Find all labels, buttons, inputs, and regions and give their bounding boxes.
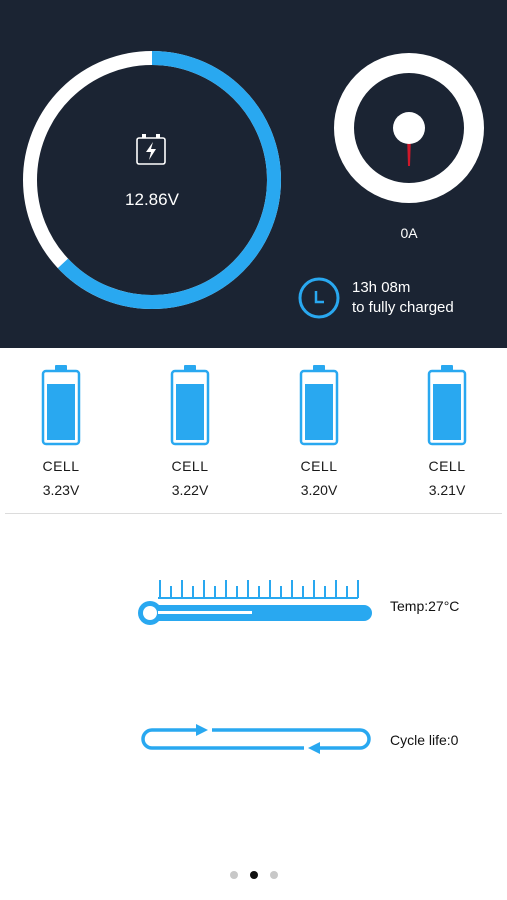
cell-voltage: 3.22V [171, 482, 209, 498]
status-panel: 12.86V 0A 13h 08m to fully charged [0, 0, 507, 348]
page-indicator[interactable] [0, 866, 507, 884]
clock-icon [298, 277, 340, 319]
charge-time-value: 13h 08m [352, 279, 411, 296]
cell-label: CELL [42, 458, 80, 474]
charge-status: 13h 08m to fully charged [352, 278, 454, 318]
cell-voltage: 3.23V [42, 482, 80, 498]
cell-voltage: 3.20V [300, 482, 338, 498]
voltage-readout: 12.86V [125, 190, 179, 209]
cell-item: CELL 3.21V [397, 348, 497, 498]
current-readout: 0A [400, 225, 418, 241]
divider [5, 513, 502, 514]
page-dot[interactable] [229, 871, 238, 879]
cell-battery-icon [41, 365, 81, 446]
cell-label: CELL [171, 458, 209, 474]
cell-list: CELL 3.23V CELL 3.22V CELL 3.20V CELL 3.… [0, 348, 507, 513]
temperature-label: Temp:27°C [390, 598, 460, 614]
page-dot[interactable] [269, 871, 278, 879]
cell-item: CELL 3.20V [269, 348, 369, 498]
cycle-life-label: Cycle life:0 [390, 732, 459, 748]
cycle-icon [141, 724, 371, 754]
current-gauge-hub [393, 112, 425, 144]
voltage-gauge [23, 51, 281, 309]
thermometer-scale [158, 580, 359, 599]
page-dot[interactable] [249, 871, 258, 879]
cell-battery-icon [427, 365, 467, 446]
thermometer-icon [138, 580, 372, 625]
cell-item: CELL 3.23V [11, 348, 111, 498]
cell-item: CELL 3.22V [140, 348, 240, 498]
cell-battery-icon [299, 365, 339, 446]
cell-label: CELL [428, 458, 466, 474]
cell-voltage: 3.21V [428, 482, 466, 498]
cell-label: CELL [300, 458, 338, 474]
battery-charging-icon [136, 134, 166, 165]
current-gauge [334, 53, 484, 203]
cell-battery-icon [170, 365, 210, 446]
charge-time-label: to fully charged [352, 299, 454, 316]
